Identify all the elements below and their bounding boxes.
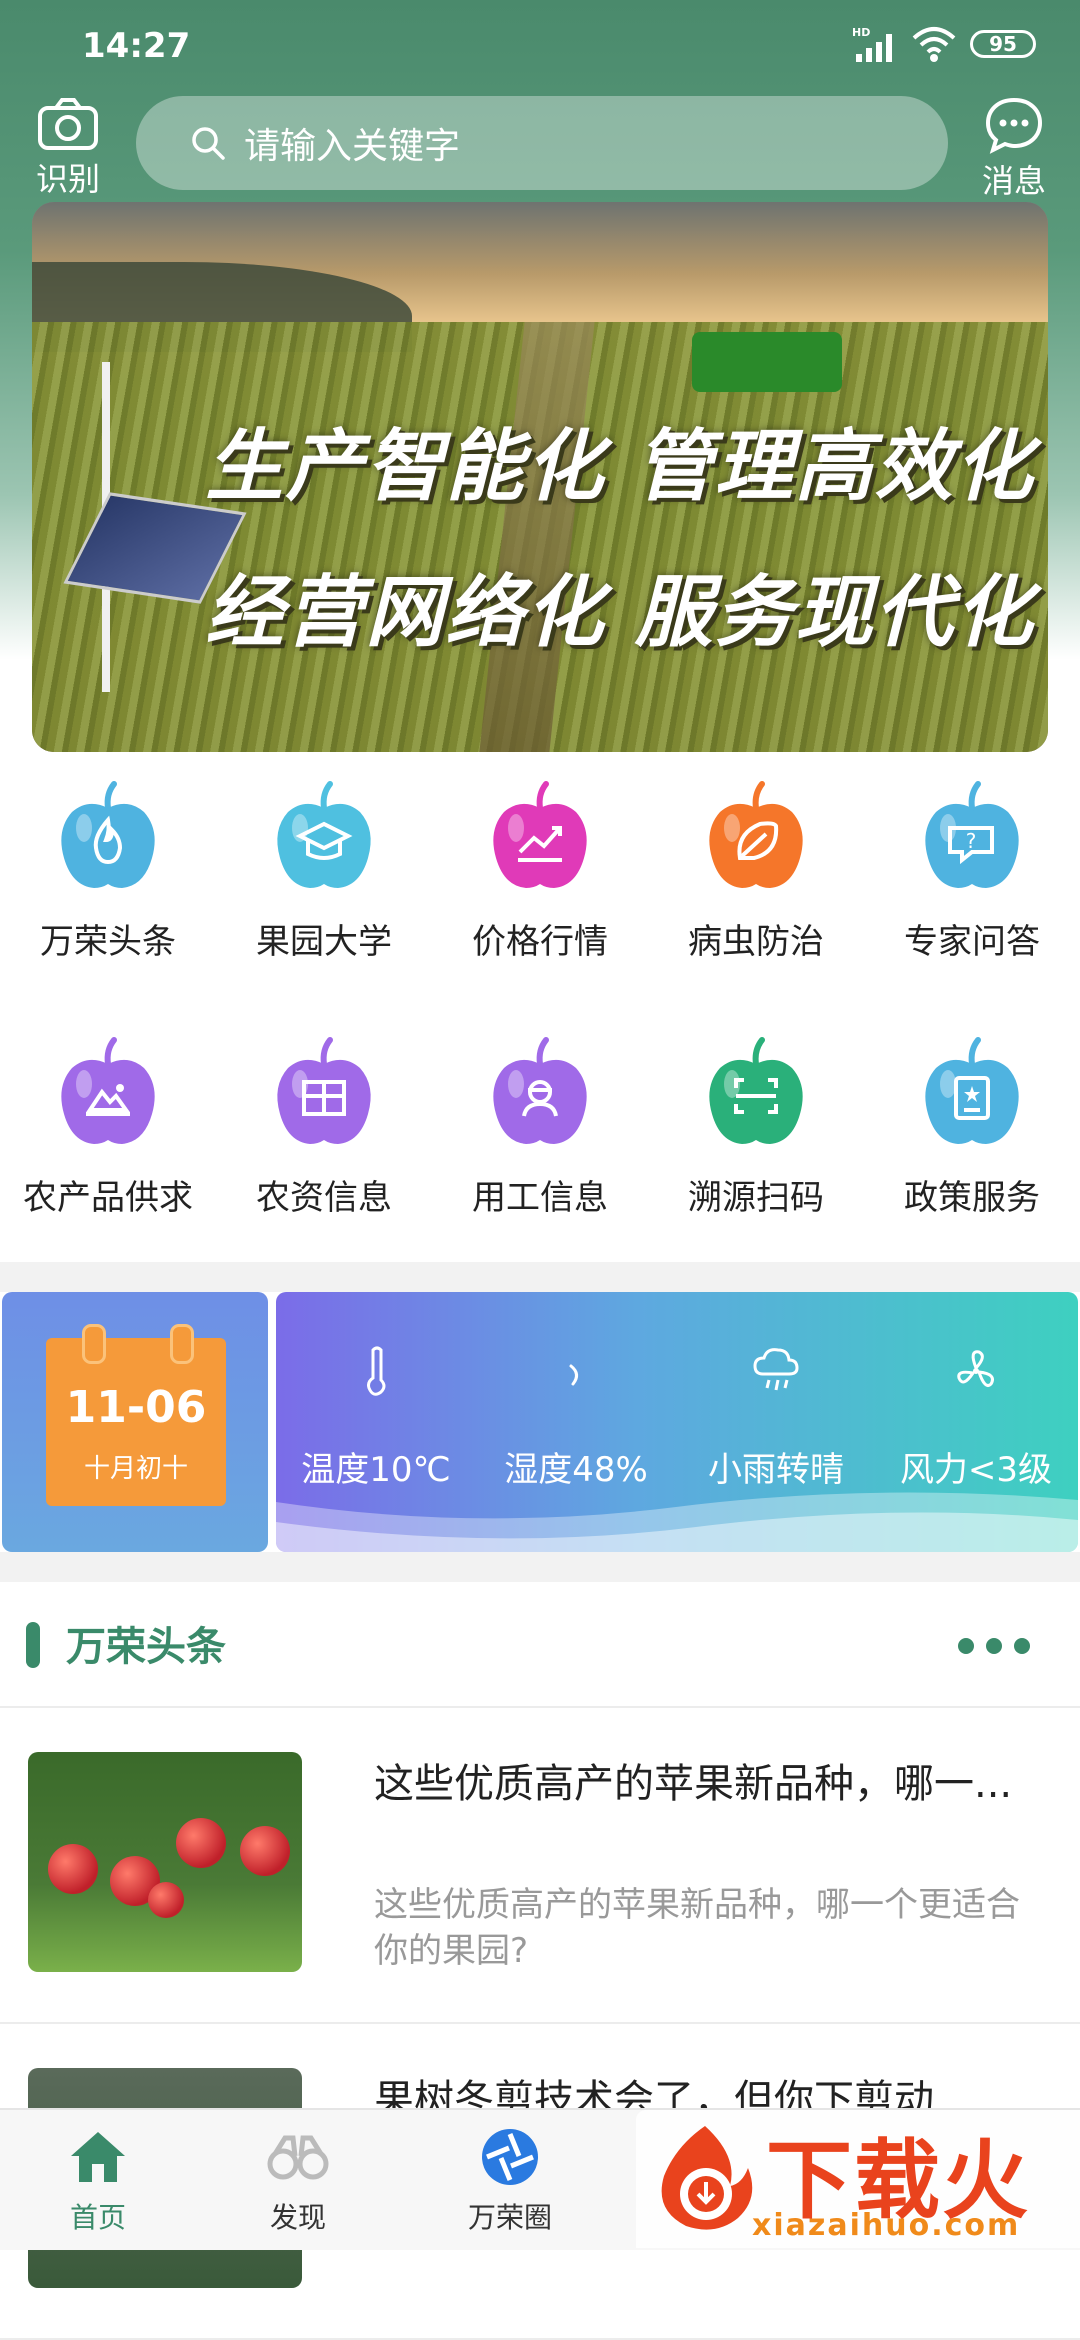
- divider: [0, 1262, 1080, 1292]
- more-dot: [1014, 1638, 1030, 1654]
- weather-condition: 小雨转晴: [676, 1344, 876, 1491]
- menu-item-label: 价格行情: [472, 922, 608, 962]
- calendar-date: 11-06: [65, 1382, 207, 1433]
- rain-cloud-icon: [753, 1348, 799, 1391]
- tab-circle-label: 万荣圈: [467, 2201, 552, 2234]
- news-section-header: 万荣头条: [0, 1582, 1080, 1708]
- leaf-icon: [709, 781, 803, 888]
- scan-code-icon: [709, 1037, 803, 1144]
- scan-button[interactable]: 识别: [30, 96, 106, 200]
- menu-item-9[interactable]: 溯源扫码: [648, 1034, 864, 1219]
- status-bar: 14:27 HD 95: [0, 0, 1080, 90]
- aperture-icon: [482, 2129, 538, 2185]
- tab-home-label: 首页: [69, 2201, 126, 2234]
- scan-label: 识别: [35, 160, 100, 198]
- wave-decoration: [276, 1492, 1078, 1552]
- home-icon: [71, 2132, 125, 2182]
- news-item[interactable]: 这些优质高产的苹果新品种，哪一... 这些优质高产的苹果新品种，哪一个更适合你的…: [0, 1708, 1080, 2024]
- menu-item-8[interactable]: 用工信息: [432, 1034, 648, 1219]
- graduation-cap-icon: [277, 781, 371, 888]
- section-title: 万荣头条: [66, 1624, 226, 1670]
- worker-icon: [493, 1037, 587, 1144]
- status-time: 14:27: [82, 26, 191, 66]
- news-description: 这些优质高产的苹果新品种，哪一个更适合你的果园?: [374, 1885, 1020, 1971]
- svg-text:?: ?: [966, 829, 977, 853]
- watermark-logo: 下载火 xiazaihuo.com: [636, 2110, 1080, 2248]
- tab-circle[interactable]: 万荣圈: [430, 2126, 590, 2236]
- trend-chart-icon: [493, 781, 587, 888]
- menu-item-label: 农资信息: [256, 1178, 392, 1218]
- tractor-image: [692, 332, 842, 392]
- search-icon: [192, 127, 225, 160]
- menu-item-6[interactable]: 农产品供求: [0, 1034, 216, 1219]
- menu-item-label: 农产品供求: [23, 1178, 193, 1218]
- menu-item-3[interactable]: 价格行情: [432, 778, 648, 963]
- message-button[interactable]: 消息: [976, 96, 1052, 202]
- more-dot: [958, 1638, 974, 1654]
- apple-image: [176, 1818, 226, 1868]
- tab-discover[interactable]: 发现: [218, 2126, 378, 2236]
- news-thumbnail: [28, 1752, 302, 1972]
- menu-item-label: 用工信息: [472, 1178, 608, 1218]
- message-label: 消息: [981, 162, 1046, 200]
- menu-item-label: 病虫防治: [688, 922, 824, 962]
- menu-item-label: 万荣头条: [40, 922, 176, 962]
- wind-label: 风力<3级: [899, 1450, 1053, 1490]
- weather-humidity: 湿度48%: [476, 1344, 676, 1491]
- weather-card[interactable]: 温度10℃ 湿度48% 小雨转晴 风力<3级: [276, 1292, 1078, 1552]
- menu-item-label: 政策服务: [904, 1178, 1040, 1218]
- banner-slogan-2: 经营网络化 服务现代化: [205, 568, 1035, 658]
- wifi-icon: [912, 27, 956, 62]
- menu-item-label: 果园大学: [256, 922, 392, 962]
- question-chat-icon: ?: [925, 781, 1019, 888]
- banner-slogan-1: 生产智能化 管理高效化: [205, 422, 1035, 512]
- battery-indicator: 95: [970, 30, 1036, 58]
- more-dot: [986, 1638, 1002, 1654]
- menu-item-4[interactable]: 病虫防治: [648, 778, 864, 963]
- binoculars-icon: [267, 2135, 329, 2180]
- humidity-icon: [569, 1364, 578, 1386]
- condition-label: 小雨转晴: [708, 1450, 844, 1490]
- apple-image: [240, 1826, 290, 1876]
- camera-icon: [38, 98, 98, 150]
- calendar-ring: [82, 1324, 106, 1364]
- menu-item-label: 溯源扫码: [688, 1178, 824, 1218]
- flame-icon: [61, 781, 155, 888]
- landscape-icon: [61, 1037, 155, 1144]
- document-star-icon: [925, 1037, 1019, 1144]
- news-headline: 这些优质高产的苹果新品种，哪一...: [374, 1761, 1013, 1807]
- thermometer-icon: [367, 1346, 386, 1396]
- calendar-icon: 11-06 十月初十: [46, 1324, 226, 1506]
- humidity-label: 湿度48%: [504, 1450, 648, 1490]
- menu-item-1[interactable]: 万荣头条: [0, 778, 216, 963]
- calendar-ring: [170, 1324, 194, 1364]
- weather-temperature: 温度10℃: [276, 1344, 476, 1491]
- grid-box-icon: [277, 1037, 371, 1144]
- tab-discover-label: 发现: [269, 2201, 326, 2234]
- banner-carousel[interactable]: 生产智能化 管理高效化 经营网络化 服务现代化: [32, 202, 1048, 752]
- menu-item-5[interactable]: ? 专家问答: [864, 778, 1080, 963]
- divider: [0, 1552, 1080, 1582]
- more-button[interactable]: [958, 1638, 1030, 1654]
- signal-icon: HD: [852, 26, 892, 62]
- search-placeholder: 请输入关键字: [244, 126, 461, 167]
- search-bar[interactable]: 请输入关键字: [136, 96, 948, 190]
- calendar-card[interactable]: 11-06 十月初十: [2, 1292, 268, 1552]
- apple-image: [48, 1844, 98, 1894]
- menu-item-label: 专家问答: [904, 922, 1040, 962]
- watermark-url: xiazaihuo.com: [752, 2208, 1021, 2243]
- menu-item-7[interactable]: 农资信息: [216, 1034, 432, 1219]
- section-accent-bar: [26, 1622, 40, 1668]
- fan-icon: [957, 1350, 994, 1387]
- tab-home[interactable]: 首页: [18, 2126, 178, 2236]
- menu-item-2[interactable]: 果园大学: [216, 778, 432, 963]
- fire-logo-icon: [661, 2126, 753, 2230]
- weather-wind: 风力<3级: [876, 1344, 1076, 1491]
- svg-text:HD: HD: [852, 26, 870, 39]
- menu-item-10[interactable]: 政策服务: [864, 1034, 1080, 1219]
- chat-bubble-icon: [985, 97, 1043, 154]
- temperature-label: 温度10℃: [301, 1450, 451, 1490]
- calendar-lunar-date: 十月初十: [83, 1454, 188, 1484]
- apple-image: [148, 1882, 184, 1918]
